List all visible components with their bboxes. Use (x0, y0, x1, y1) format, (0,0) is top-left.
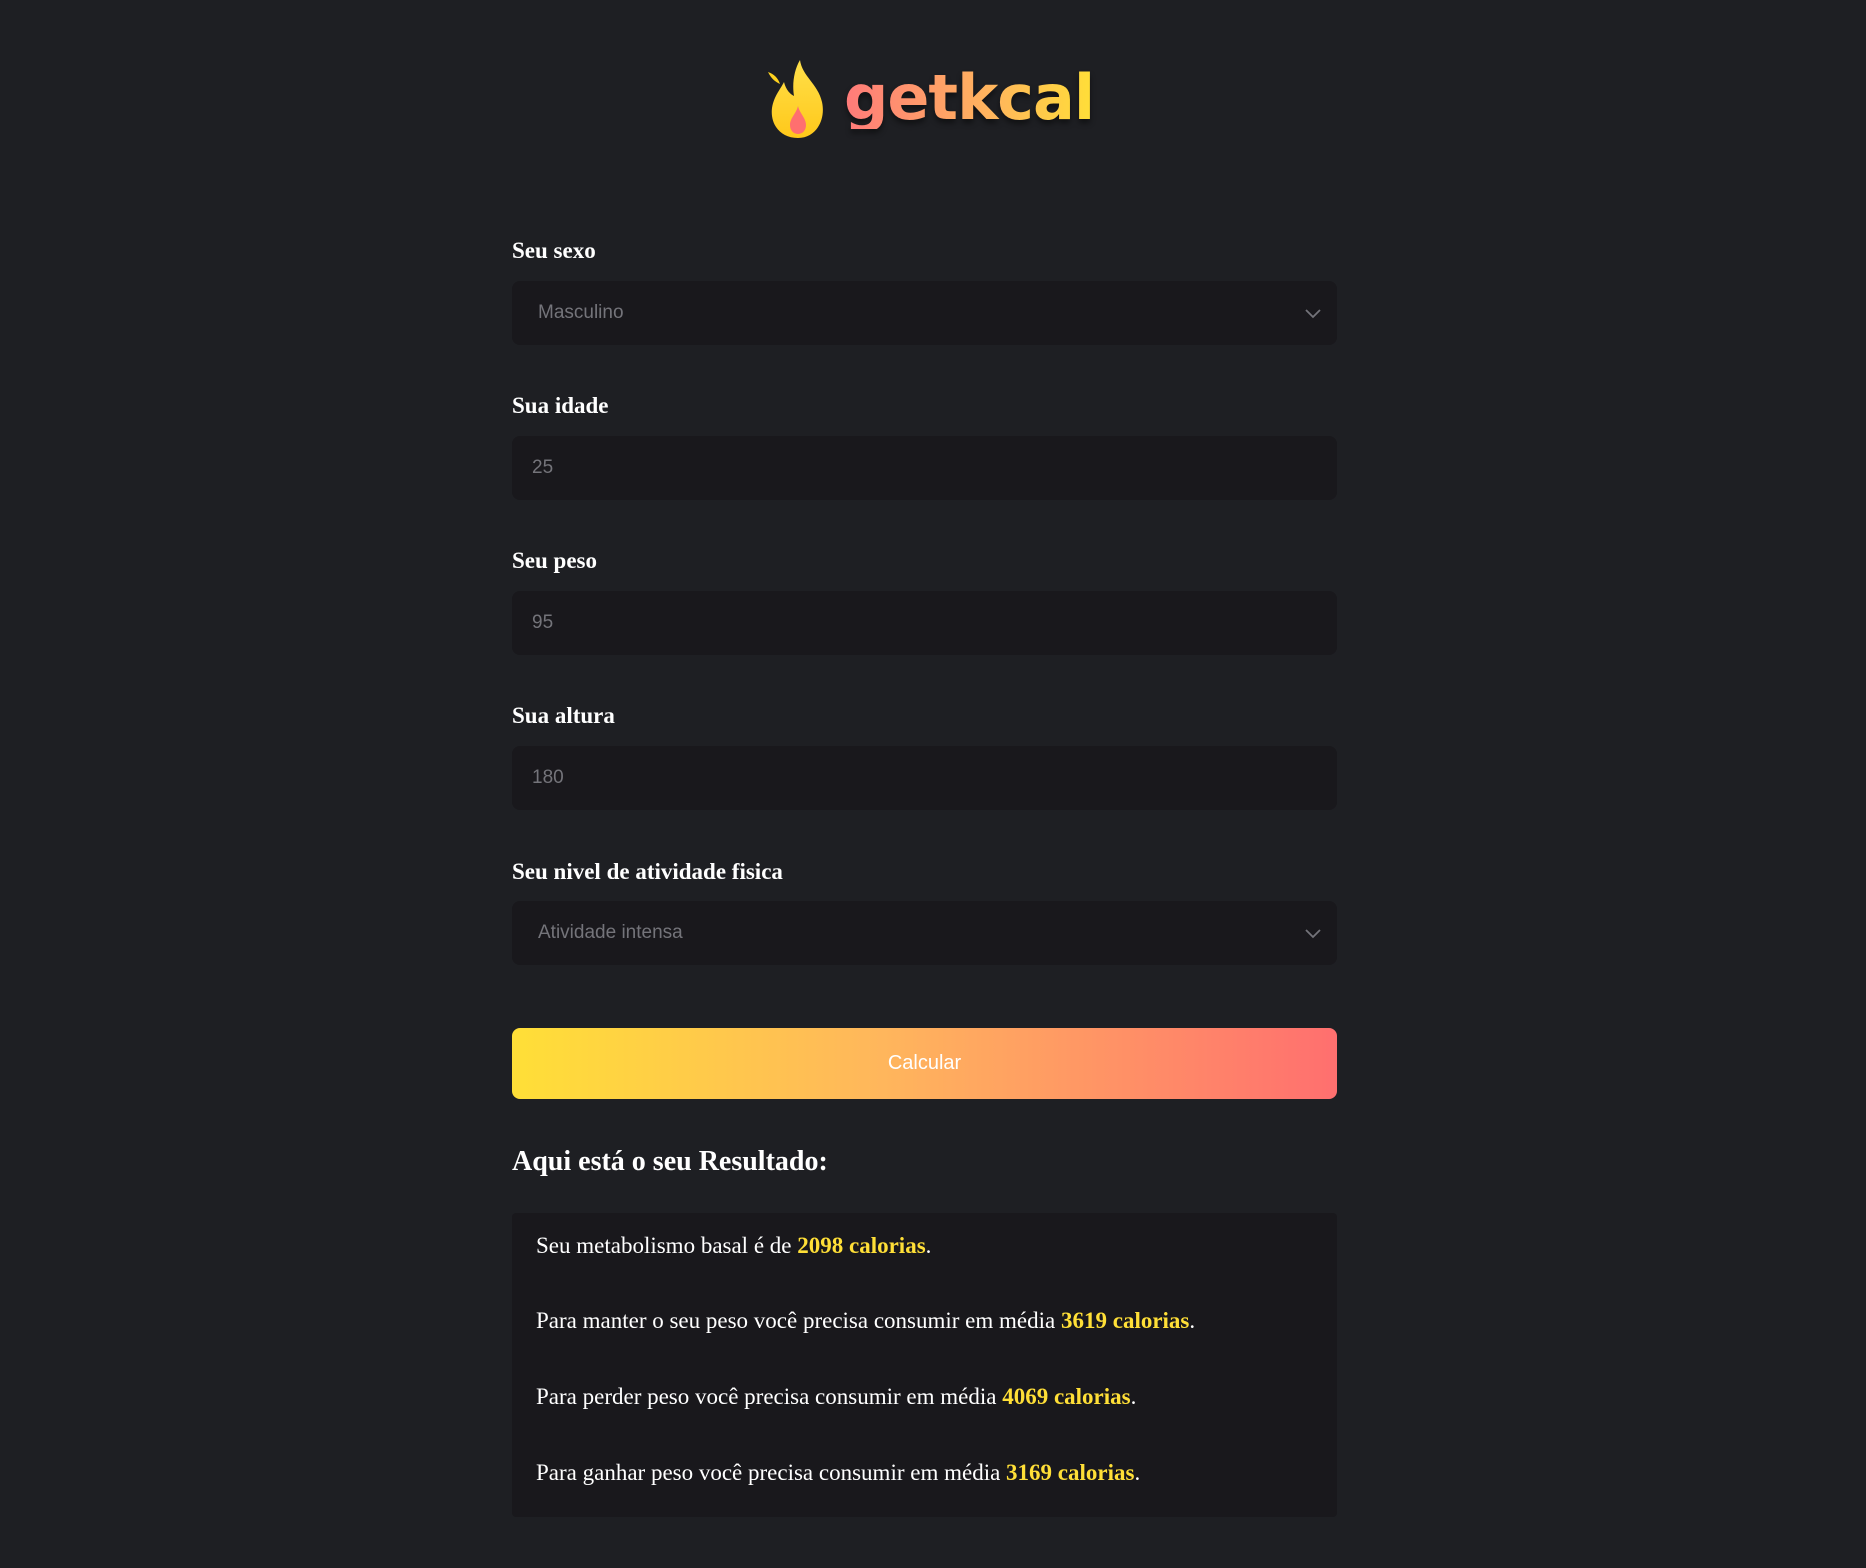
lose-calories-value: 4069 calorias (1002, 1384, 1131, 1409)
height-label: Sua altura (512, 703, 615, 728)
gain-calories-value: 3169 calorias (1006, 1460, 1135, 1485)
weight-input-placeholder: 95 (532, 612, 554, 633)
sex-label: Seu sexo (512, 238, 596, 263)
result-title: Aqui está o seu Resultado: (512, 1146, 828, 1177)
age-label: Sua idade (512, 393, 609, 418)
brand-logo: getkcal (766, 58, 1095, 142)
sex-select[interactable]: Masculino (512, 281, 1337, 345)
activity-select[interactable]: Atividade intensa (512, 901, 1337, 965)
result-line-maintain: Para manter o seu peso você precisa cons… (536, 1308, 1196, 1333)
result-panel: Seu metabolismo basal é de 2098 calorias… (512, 1213, 1337, 1517)
result-line-lose: Para perder peso você precisa consumir e… (536, 1384, 1137, 1409)
basal-calories-value: 2098 calorias (797, 1233, 926, 1258)
chevron-down-icon (1305, 309, 1321, 319)
weight-label: Seu peso (512, 548, 597, 573)
height-input[interactable]: 180 (512, 746, 1337, 810)
result-line-basal: Seu metabolismo basal é de 2098 calorias… (536, 1233, 932, 1258)
chevron-down-icon (1305, 929, 1321, 939)
activity-label: Seu nivel de atividade fisica (512, 859, 783, 884)
maintain-calories-value: 3619 calorias (1060, 1308, 1190, 1333)
result-line-gain: Para ganhar peso você precisa consumir e… (536, 1460, 1141, 1485)
age-input[interactable]: 25 (512, 436, 1337, 500)
age-input-placeholder: 25 (532, 457, 554, 478)
brand-name: getkcal (844, 61, 1095, 134)
calculate-button[interactable]: Calcular (512, 1028, 1337, 1099)
height-input-placeholder: 180 (532, 767, 564, 788)
activity-select-value: Atividade intensa (538, 922, 683, 943)
flame-icon (768, 60, 823, 138)
weight-input[interactable]: 95 (512, 591, 1337, 655)
sex-select-value: Masculino (538, 302, 624, 323)
